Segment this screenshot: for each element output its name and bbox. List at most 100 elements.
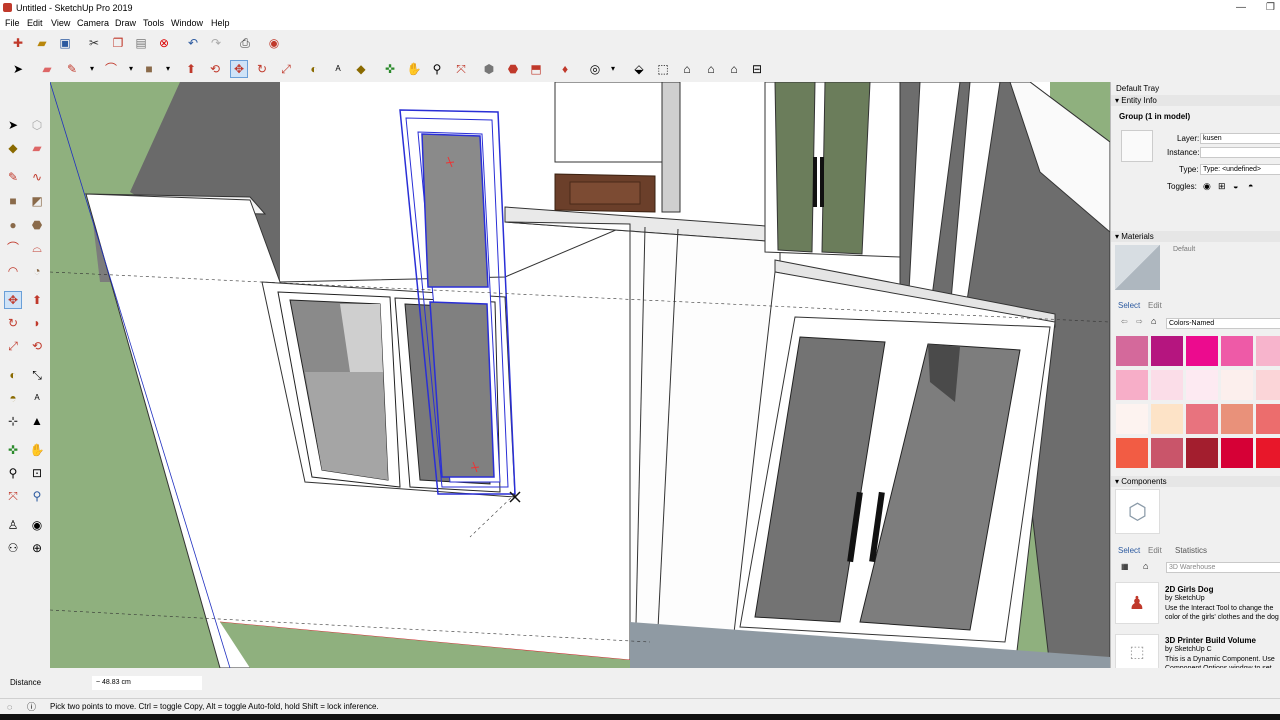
instance-input[interactable]	[1200, 147, 1280, 158]
select-arrow-icon[interactable]: ➤	[9, 60, 27, 78]
color-swatch[interactable]	[1151, 438, 1183, 468]
move-icon[interactable]: ✥	[4, 291, 22, 309]
color-swatch[interactable]	[1116, 370, 1148, 400]
pan-hand-icon[interactable]: ✋	[28, 441, 46, 459]
save-icon[interactable]: ▣	[56, 34, 74, 52]
new-model-icon[interactable]: ✚	[9, 34, 27, 52]
materials-select-tab[interactable]: Select	[1118, 301, 1140, 310]
erase-selection-icon[interactable]: ⊗	[155, 34, 173, 52]
components-statistics-tab[interactable]: Statistics	[1175, 546, 1207, 555]
color-swatch[interactable]	[1221, 336, 1253, 366]
paste-icon[interactable]: ▤	[132, 34, 150, 52]
back-arrow-icon[interactable]: ⇦	[1121, 317, 1128, 326]
copy-icon[interactable]: ❐	[109, 34, 127, 52]
color-swatch[interactable]	[1221, 370, 1253, 400]
front-view-icon[interactable]: ⌂	[678, 60, 696, 78]
color-swatch[interactable]	[1256, 438, 1280, 468]
layer-select[interactable]: kusen	[1200, 133, 1280, 144]
components-select-tab[interactable]: Select	[1118, 546, 1140, 555]
make-component-icon[interactable]: ⬡	[28, 116, 46, 134]
previous-view-icon[interactable]: ⚲	[28, 487, 46, 505]
restore-icon[interactable]: ❐	[1266, 0, 1275, 16]
three-point-arc-icon[interactable]: ◠	[4, 262, 22, 280]
model-info-icon[interactable]: ◉	[265, 34, 283, 52]
top-view-icon[interactable]: ⬚	[654, 60, 672, 78]
offset-icon[interactable]: ⟲	[28, 337, 46, 355]
dimension-icon[interactable]: ⤡	[28, 366, 46, 384]
text-tool-icon[interactable]: A	[28, 389, 46, 407]
menu-draw[interactable]: Draw	[115, 16, 136, 30]
chevron-down-icon[interactable]: ▾	[83, 60, 101, 78]
color-swatch[interactable]	[1151, 404, 1183, 434]
materials-header[interactable]: ▾ Materials	[1111, 231, 1280, 242]
menu-view[interactable]: View	[51, 16, 70, 30]
rectangle-icon[interactable]: ■	[4, 192, 22, 210]
back-view-icon[interactable]: ⌂	[725, 60, 743, 78]
tape-measure-icon[interactable]: ◐	[4, 366, 22, 384]
rectangle-icon[interactable]: ■	[140, 60, 158, 78]
text-tool-icon[interactable]: A	[329, 60, 347, 78]
components-edit-tab[interactable]: Edit	[1148, 546, 1162, 555]
menu-tools[interactable]: Tools	[143, 16, 164, 30]
right-view-icon[interactable]: ⌂	[702, 60, 720, 78]
home-icon[interactable]: ⌂	[1151, 316, 1156, 326]
arc-icon[interactable]: ⌒	[102, 60, 120, 78]
forward-arrow-icon[interactable]: ⇨	[1136, 317, 1143, 326]
move-icon[interactable]: ✥	[230, 60, 248, 78]
color-swatch[interactable]	[1256, 404, 1280, 434]
menu-camera[interactable]: Camera	[77, 16, 109, 30]
color-swatch[interactable]	[1186, 336, 1218, 366]
pie-icon[interactable]: ◔	[28, 262, 46, 280]
scale-icon[interactable]: ⤢	[4, 337, 22, 355]
chevron-down-icon[interactable]: ▾	[604, 60, 622, 78]
chevron-down-icon[interactable]: ▾	[122, 60, 140, 78]
geo-location-icon[interactable]: ◌	[7, 699, 12, 715]
orbit-icon[interactable]: ✜	[4, 441, 22, 459]
info-icon[interactable]: ⓘ	[27, 699, 36, 715]
position-camera-icon[interactable]: ♙	[4, 516, 22, 534]
scale-icon[interactable]: ⤢	[277, 60, 295, 78]
menu-help[interactable]: Help	[211, 16, 230, 30]
component-search-input[interactable]: 3D Warehouse	[1166, 562, 1280, 573]
color-swatch[interactable]	[1221, 438, 1253, 468]
measurement-value-box[interactable]: ~ 48.83 cm	[92, 676, 202, 690]
chevron-down-icon[interactable]: ▾	[159, 60, 177, 78]
color-swatch[interactable]	[1116, 404, 1148, 434]
eraser-icon[interactable]: ▰	[38, 60, 56, 78]
component-thumbnail[interactable]: ♟	[1115, 582, 1159, 624]
redo-icon[interactable]: ↷	[207, 34, 225, 52]
look-around-icon[interactable]: ◉	[28, 516, 46, 534]
ruby-icon[interactable]: ♦	[556, 60, 574, 78]
menu-window[interactable]: Window	[171, 16, 203, 30]
warehouse-icon[interactable]: ⬢	[480, 60, 498, 78]
menu-edit[interactable]: Edit	[27, 16, 43, 30]
lock-icon[interactable]: ⊞	[1218, 181, 1226, 192]
color-swatch[interactable]	[1186, 370, 1218, 400]
minimize-icon[interactable]: —	[1236, 0, 1246, 16]
offset-icon[interactable]: ⟲	[206, 60, 224, 78]
color-swatch[interactable]	[1151, 336, 1183, 366]
iso-view-icon[interactable]: ⬙	[630, 60, 648, 78]
push-pull-icon[interactable]: ⬆	[182, 60, 200, 78]
cast-shadow-icon[interactable]: ◒	[1233, 181, 1238, 191]
polygon-icon[interactable]: ⬣	[28, 216, 46, 234]
component-item-title[interactable]: 2D Girls Dog	[1165, 585, 1213, 594]
zoom-window-icon[interactable]: ⊡	[28, 464, 46, 482]
eraser-icon[interactable]: ▰	[28, 139, 46, 157]
line-pencil-icon[interactable]: ✎	[4, 168, 22, 186]
arc-icon[interactable]: ⌒	[4, 239, 22, 257]
protractor-icon[interactable]: ◓	[4, 389, 22, 407]
zoom-extents-icon[interactable]: ⤧	[4, 487, 22, 505]
share-model-icon[interactable]: ⬒	[527, 60, 545, 78]
zoom-extents-icon[interactable]: ⤧	[452, 60, 470, 78]
view-options-icon[interactable]: ▦	[1121, 562, 1129, 571]
circle-icon[interactable]: ●	[4, 216, 22, 234]
undo-icon[interactable]: ↶	[184, 34, 202, 52]
print-icon[interactable]: ⎙	[236, 34, 254, 52]
receive-shadow-icon[interactable]: ◓	[1248, 181, 1253, 191]
line-pencil-icon[interactable]: ✎	[63, 60, 81, 78]
material-library-select[interactable]: Colors-Named	[1166, 318, 1280, 329]
material-preview-swatch[interactable]	[1121, 130, 1153, 162]
rotate-icon[interactable]: ↻	[253, 60, 271, 78]
rotate-icon[interactable]: ↻	[4, 314, 22, 332]
